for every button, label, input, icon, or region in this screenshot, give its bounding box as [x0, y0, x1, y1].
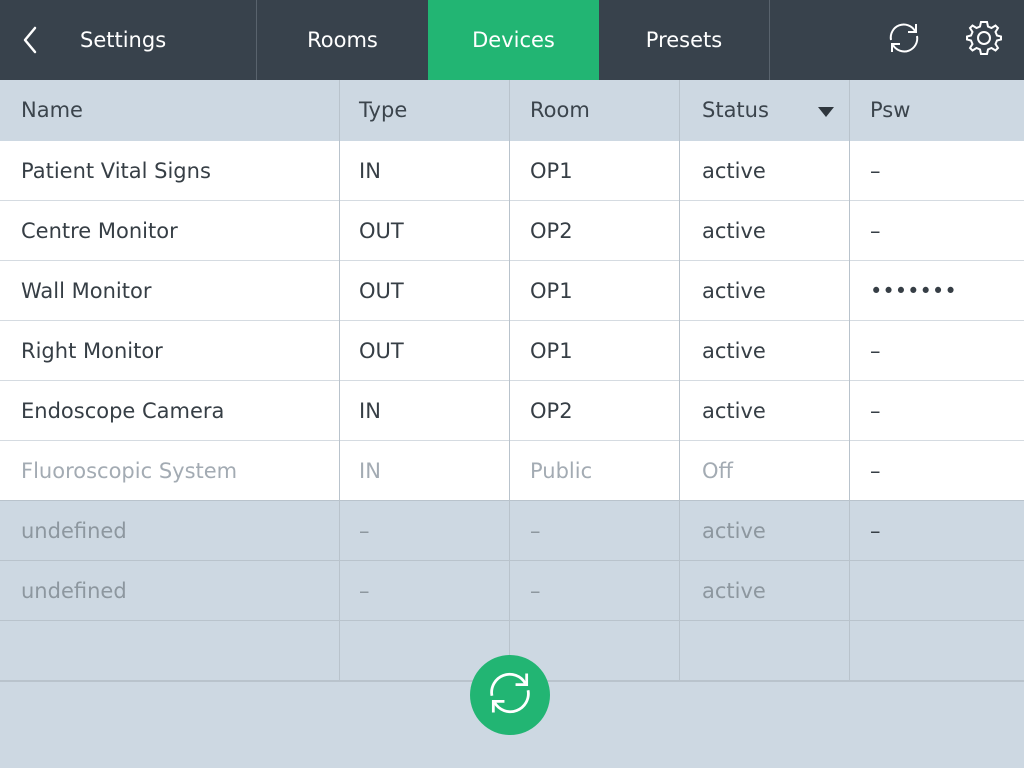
device-status: active	[702, 159, 766, 183]
device-status: active	[702, 399, 766, 423]
column-divider	[509, 80, 510, 681]
device-type: OUT	[359, 219, 404, 243]
table-row[interactable]: Fluoroscopic System IN Public Off –	[0, 441, 1024, 501]
top-navigation-bar: Settings Rooms Devices Presets	[0, 0, 1024, 80]
divider	[769, 0, 770, 80]
device-password: –	[870, 159, 881, 183]
device-name	[21, 621, 321, 681]
device-name: undefined	[21, 579, 127, 603]
tab-rooms[interactable]: Rooms	[257, 0, 428, 80]
settings-button[interactable]	[950, 0, 1018, 80]
device-name: Endoscope Camera	[21, 399, 225, 423]
refresh-button[interactable]	[470, 655, 550, 735]
device-room: OP2	[530, 399, 573, 423]
device-password: •••••••	[870, 279, 957, 303]
device-name: Centre Monitor	[21, 219, 178, 243]
sort-descending-icon[interactable]	[818, 107, 834, 117]
chevron-left-icon	[22, 0, 58, 80]
device-name: Fluoroscopic System	[21, 459, 238, 483]
device-status: active	[702, 219, 766, 243]
tab-devices[interactable]: Devices	[428, 0, 599, 80]
device-password: –	[870, 519, 881, 543]
device-room: Public	[530, 459, 593, 483]
table-row[interactable]: Centre Monitor OUT OP2 active –	[0, 201, 1024, 261]
device-type: IN	[359, 399, 381, 423]
device-name: Patient Vital Signs	[21, 159, 211, 183]
device-password: –	[870, 339, 881, 363]
table-row[interactable]: Right Monitor OUT OP1 active –	[0, 321, 1024, 381]
device-name: undefined	[21, 519, 127, 543]
column-header-type[interactable]: Type	[359, 80, 499, 140]
table-row[interactable]: undefined – – active	[0, 561, 1024, 621]
device-room: –	[530, 519, 541, 543]
device-status: active	[702, 279, 766, 303]
device-status: Off	[702, 459, 733, 483]
device-type: IN	[359, 459, 381, 483]
column-divider	[679, 80, 680, 681]
table-header: Name Type Room Status Psw	[0, 80, 1024, 141]
device-password	[870, 621, 1010, 681]
table-row[interactable]: Wall Monitor OUT OP1 active •••••••	[0, 261, 1024, 321]
device-type: –	[359, 519, 370, 543]
device-type: OUT	[359, 279, 404, 303]
table-row[interactable]: Patient Vital Signs IN OP1 active –	[0, 141, 1024, 201]
column-header-name[interactable]: Name	[21, 80, 321, 140]
device-type: IN	[359, 159, 381, 183]
device-type: –	[359, 579, 370, 603]
device-status: active	[702, 519, 766, 543]
device-type: OUT	[359, 339, 404, 363]
column-header-psw[interactable]: Psw	[870, 80, 1010, 140]
device-password	[870, 561, 1010, 621]
device-room: OP1	[530, 339, 573, 363]
device-status: active	[702, 339, 766, 363]
device-room: OP1	[530, 159, 573, 183]
gear-icon	[966, 20, 1002, 61]
device-password: –	[870, 399, 881, 423]
device-room: OP1	[530, 279, 573, 303]
back-button-label: Settings	[80, 28, 167, 52]
device-name: Wall Monitor	[21, 279, 152, 303]
column-divider	[339, 80, 340, 681]
device-status	[702, 621, 842, 681]
device-password: –	[870, 219, 881, 243]
table-row[interactable]: Endoscope Camera IN OP2 active –	[0, 381, 1024, 441]
back-button[interactable]: Settings	[0, 0, 256, 80]
device-status: active	[702, 579, 766, 603]
sync-button[interactable]	[870, 0, 938, 80]
sync-icon	[482, 668, 538, 722]
column-divider	[849, 80, 850, 681]
device-password: –	[870, 459, 881, 483]
table-row[interactable]: undefined – – active –	[0, 501, 1024, 561]
tab-presets[interactable]: Presets	[599, 0, 769, 80]
device-room: –	[530, 579, 541, 603]
device-name: Right Monitor	[21, 339, 163, 363]
device-room: OP2	[530, 219, 573, 243]
column-header-room[interactable]: Room	[530, 80, 670, 140]
device-room	[530, 621, 670, 681]
sync-icon	[884, 20, 924, 61]
